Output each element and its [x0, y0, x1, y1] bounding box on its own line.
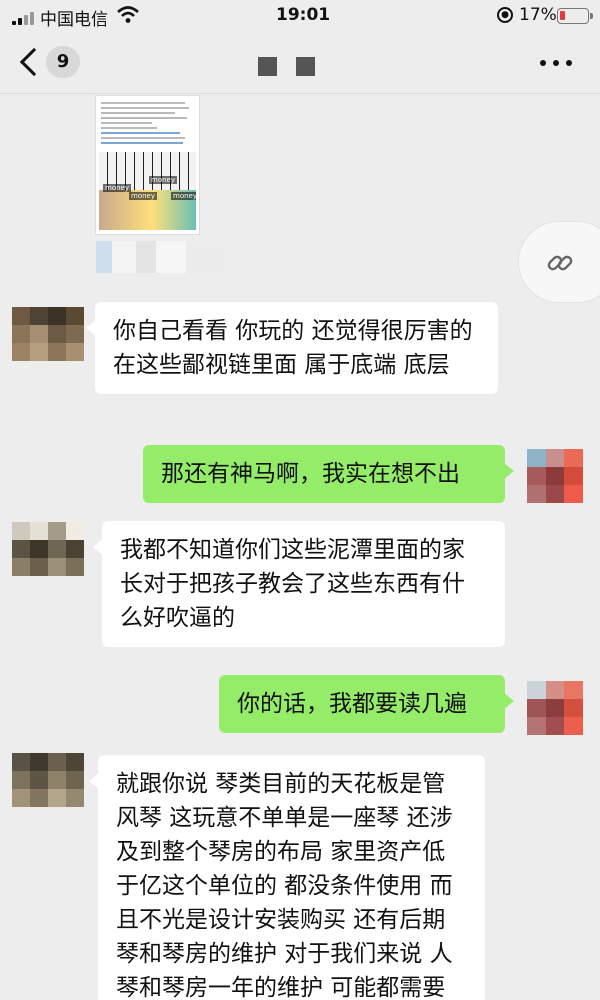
chevron-left-icon	[19, 47, 49, 77]
status-bar: 中国电信 19:01 ● 17%	[0, 0, 600, 32]
article-image: money money money money	[99, 152, 196, 230]
message-list[interactable]: money money money money 你自己看看 你玩的 还觉得很厉害…	[0, 95, 600, 1000]
chat-header: 9	[0, 32, 600, 94]
card-caption-redacted	[96, 241, 226, 273]
shared-article-card[interactable]: money money money money	[95, 95, 200, 235]
link-button[interactable]	[518, 221, 600, 303]
orientation-lock-icon: ●	[497, 7, 513, 23]
message-bubble[interactable]: 我都不知道你们这些泥潭里面的家长对于把孩子教会了这些东西有什么好吹逼的	[93, 521, 505, 647]
chat-title-redacted	[258, 57, 318, 77]
battery-percent: 17%	[519, 5, 557, 25]
signal-icon	[12, 12, 34, 25]
avatar[interactable]	[12, 522, 84, 576]
message-bubble[interactable]: 你自己看看 你玩的 还觉得很厉害的 在这些鄙视链里面 属于底端 底层	[86, 302, 498, 394]
wifi-icon	[117, 6, 139, 23]
unread-count-badge: 9	[46, 46, 80, 78]
avatar[interactable]	[12, 307, 84, 361]
message-bubble[interactable]: 就跟你说 琴类目前的天花板是管风琴 这玩意不单单是一座琴 还涉及到整个琴房的布局…	[89, 755, 485, 1000]
money-label: money	[149, 176, 177, 184]
carrier-label: 中国电信	[40, 10, 108, 30]
avatar[interactable]	[527, 681, 583, 735]
article-text-redacted	[96, 96, 199, 151]
battery-icon	[557, 8, 593, 24]
message-bubble[interactable]: 那还有神马啊，我实在想不出	[143, 445, 514, 503]
status-time: 19:01	[276, 5, 331, 25]
link-icon	[547, 255, 573, 271]
money-label: money	[103, 184, 131, 192]
money-label: money	[129, 192, 157, 200]
back-button[interactable]: 9	[19, 44, 84, 82]
avatar[interactable]	[12, 753, 84, 807]
more-button[interactable]	[540, 52, 574, 72]
message-bubble[interactable]: 你的话，我都要读几遍	[219, 675, 514, 733]
avatar[interactable]	[527, 449, 583, 503]
money-label: money	[171, 192, 196, 200]
